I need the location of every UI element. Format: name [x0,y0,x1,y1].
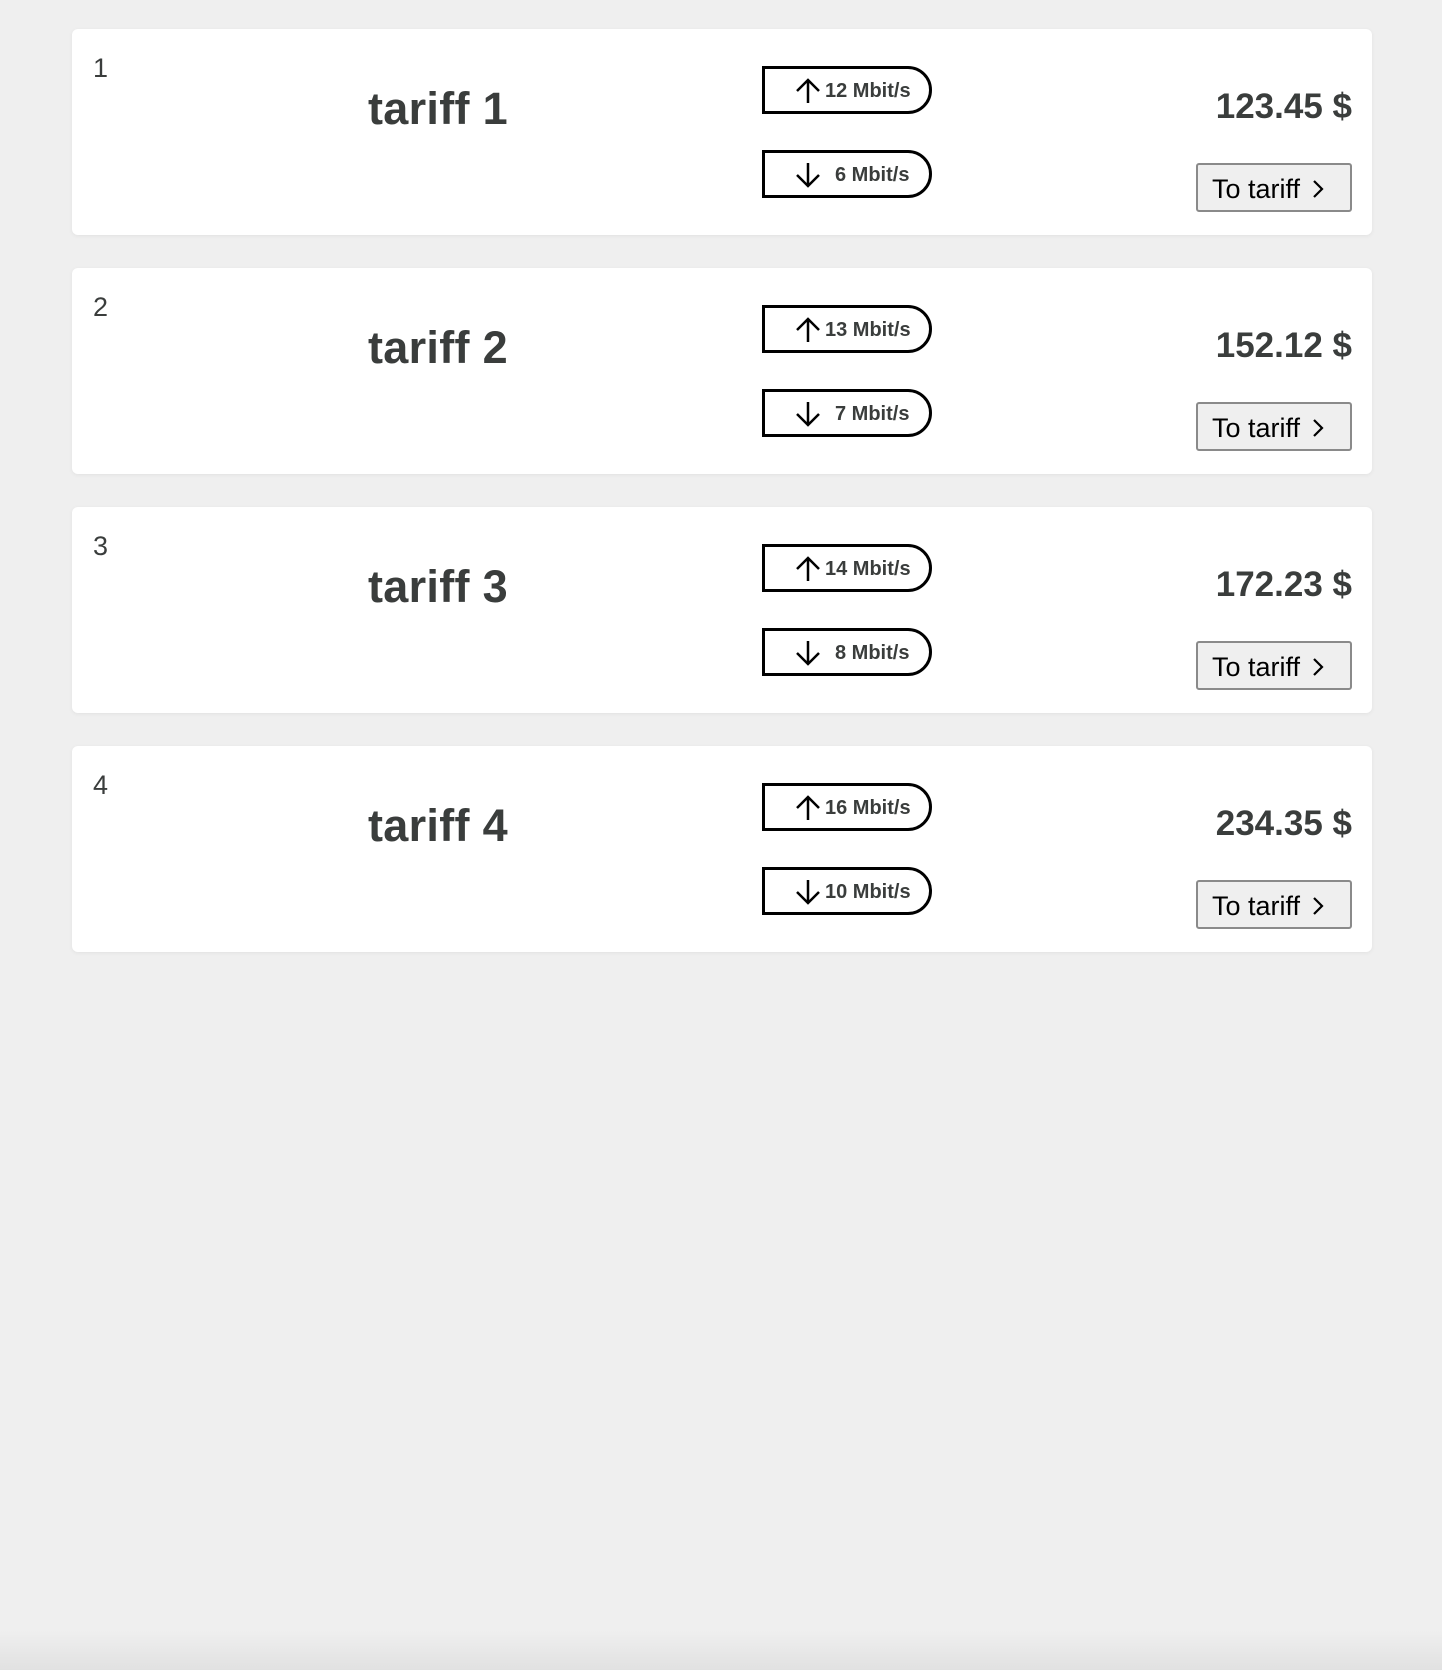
download-speed-badge: 7 Mbit/s [762,389,932,437]
to-tariff-button-label: To tariff [1212,891,1301,921]
tariff-price: 152.12 $ [1215,326,1352,365]
bottom-shadow [0,1630,1442,1670]
arrow-up-icon [796,795,820,820]
tariff-price: 123.45 $ [1215,87,1352,126]
to-tariff-button-label: To tariff [1212,413,1301,443]
download-speed-badge: 6 Mbit/s [762,150,932,198]
upload-speed-value: 16 Mbit/s [825,797,911,819]
upload-speed-badge: 12 Mbit/s [762,66,932,114]
to-tariff-button[interactable]: To tariff [1196,641,1352,690]
to-tariff-button-label: To tariff [1212,174,1301,204]
upload-speed-value: 14 Mbit/s [825,558,911,580]
arrow-down-icon [796,641,820,666]
arrow-up-icon [796,556,820,581]
tariff-number: 3 [93,531,109,561]
tariff-price: 172.23 $ [1215,565,1352,604]
tariff-card: 2 tariff 2 13 Mbit/s 7 Mbit/s 152.12 $ T… [72,268,1372,474]
to-tariff-button[interactable]: To tariff [1196,880,1352,929]
tariff-card: 1 tariff 1 12 Mbit/s 6 Mbit/s 123.45 $ T… [72,29,1372,235]
download-speed-badge: 10 Mbit/s [762,867,932,915]
tariff-card: 4 tariff 4 16 Mbit/s 10 Mbit/s 234.35 $ … [72,746,1372,952]
to-tariff-button-label: To tariff [1212,652,1301,682]
download-speed-value: 7 Mbit/s [835,403,910,425]
tariff-name: tariff 4 [368,800,508,851]
upload-speed-badge: 16 Mbit/s [762,783,932,831]
arrow-up-icon [796,78,820,103]
arrow-down-icon [796,402,820,427]
tariff-number: 2 [93,292,109,322]
arrow-down-icon [796,880,820,905]
arrow-down-icon [796,163,820,188]
chevron-right-icon [1313,897,1324,915]
tariff-number: 1 [93,53,109,83]
tariff-list: 1 tariff 1 12 Mbit/s 6 Mbit/s 123.45 $ T… [72,29,1372,985]
tariff-name: tariff 1 [368,83,508,134]
tariff-card: 3 tariff 3 14 Mbit/s 8 Mbit/s 172.23 $ T… [72,507,1372,713]
to-tariff-button[interactable]: To tariff [1196,163,1352,212]
upload-speed-badge: 13 Mbit/s [762,305,932,353]
chevron-right-icon [1313,419,1324,437]
chevron-right-icon [1313,658,1324,676]
download-speed-badge: 8 Mbit/s [762,628,932,676]
to-tariff-button[interactable]: To tariff [1196,402,1352,451]
tariff-number: 4 [93,770,109,800]
upload-speed-badge: 14 Mbit/s [762,544,932,592]
chevron-right-icon [1313,180,1324,198]
download-speed-value: 8 Mbit/s [835,642,910,664]
upload-speed-value: 13 Mbit/s [825,319,911,341]
tariff-name: tariff 2 [368,322,508,373]
download-speed-value: 10 Mbit/s [825,881,911,903]
tariff-price: 234.35 $ [1215,804,1352,843]
tariff-name: tariff 3 [368,561,508,612]
upload-speed-value: 12 Mbit/s [825,80,911,102]
arrow-up-icon [796,317,820,342]
download-speed-value: 6 Mbit/s [835,164,910,186]
